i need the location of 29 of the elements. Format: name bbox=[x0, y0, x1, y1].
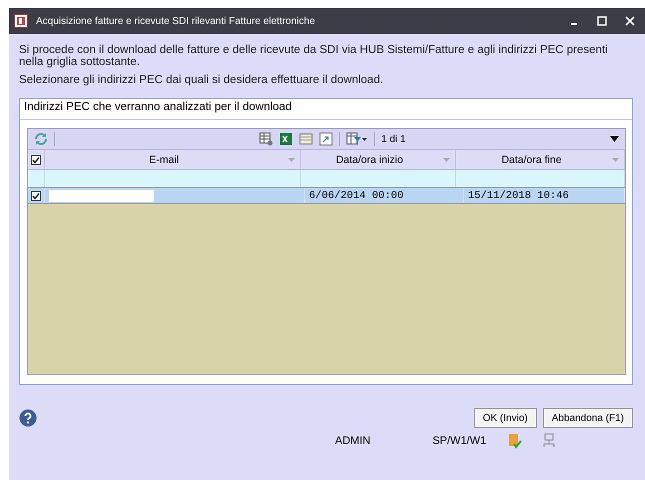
column-header[interactable]: Data/ora fine bbox=[456, 150, 625, 169]
table-row[interactable]: 6/06/2014 00:00 15/11/2018 10:46 bbox=[28, 188, 625, 204]
column-header[interactable]: Data/ora inizio bbox=[301, 150, 456, 169]
column-header[interactable]: E-mail bbox=[45, 150, 301, 169]
network-icon bbox=[542, 433, 556, 449]
path-label: SP/W1/W1 bbox=[432, 435, 486, 447]
instruction-text: Selezionare gli indirizzi PEC dai quali si desidera effettuare il download. bbox=[19, 74, 384, 86]
table-cell: 6/06/2014 00:00 bbox=[305, 188, 464, 203]
table-icon[interactable] bbox=[259, 132, 274, 146]
maximize-icon[interactable] bbox=[597, 16, 607, 26]
window-title: Acquisizione fatture e ricevute SDI rilevanti Fatture elettroniche bbox=[36, 16, 316, 26]
export-icon[interactable] bbox=[319, 132, 334, 146]
dialog-button[interactable]: Abbandona (F1) bbox=[542, 408, 633, 428]
grid-icon[interactable] bbox=[299, 132, 314, 146]
table-cell: 15/11/2018 10:46 bbox=[464, 188, 625, 203]
help-icon[interactable] bbox=[19, 409, 37, 427]
document-check-icon bbox=[508, 433, 522, 449]
panel-title: Indirizzi PEC che verranno analizzati per il download bbox=[20, 99, 632, 120]
page-indicator: 1 di 1 bbox=[381, 134, 406, 144]
dialog-button[interactable]: OK (Invio) bbox=[474, 408, 537, 428]
checkbox[interactable] bbox=[31, 190, 41, 200]
user-label: ADMIN bbox=[335, 435, 370, 447]
filter-columns-icon[interactable] bbox=[346, 132, 368, 146]
excel-icon[interactable] bbox=[279, 132, 294, 146]
app-icon bbox=[14, 14, 28, 28]
dropdown-icon[interactable] bbox=[610, 136, 619, 142]
checkbox[interactable] bbox=[31, 154, 41, 164]
close-icon[interactable] bbox=[625, 16, 635, 26]
instruction-text: Si procede con il download delle fatture e delle ricevute da SDI via HUB Sistemi/Fatture e agli indirizzi PEC presenti nella griglia sottostante. bbox=[19, 44, 609, 68]
